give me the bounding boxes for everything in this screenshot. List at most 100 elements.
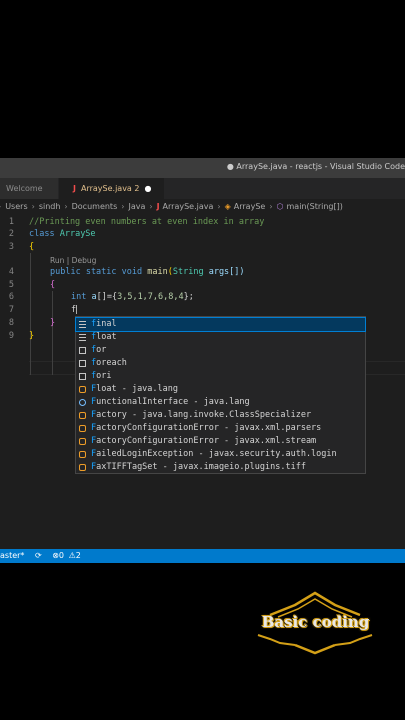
vscode-window: ● ArraySe.java - reactjs - Visual Studio… — [0, 158, 405, 563]
indent-guide — [52, 291, 53, 375]
suggestion-label: foreach — [91, 357, 127, 370]
suggestion-item[interactable]: FunctionalInterface - java.lang — [76, 396, 365, 409]
tab-arrayse-java[interactable]: J ArraySe.java 2 ● — [59, 178, 164, 199]
breadcrumb-chevron-icon: › — [64, 202, 68, 211]
suggestion-rest: inal — [96, 319, 117, 329]
class-icon — [79, 451, 86, 458]
error-count[interactable]: 0 — [59, 551, 64, 560]
suggestion-rest: axTIFFTagSet - javax.imageio.plugins.tif… — [96, 462, 306, 472]
suggestion-rest: or — [96, 345, 107, 355]
suggestion-label: float — [91, 331, 117, 344]
class-icon — [79, 438, 86, 445]
keyword: public static void — [50, 267, 143, 277]
breadcrumb-users[interactable]: Users — [5, 199, 27, 215]
suggestion-item[interactable]: FailedLoginException - javax.security.au… — [76, 448, 365, 461]
class-icon — [79, 386, 86, 393]
indent-guide — [30, 253, 31, 375]
suggestion-label: FailedLoginException - javax.security.au… — [91, 448, 337, 461]
array-close: }; — [183, 292, 194, 302]
suggestion-label: Float - java.lang — [91, 383, 178, 396]
code-line-4: public static void main(String args[]) — [50, 267, 245, 277]
line-number: 6 — [8, 292, 14, 302]
suggestion-item[interactable]: float — [76, 331, 365, 344]
breadcrumb: ›Users›sindh›Documents›Java›JArraySe.jav… — [0, 199, 405, 215]
suggestion-label: FactoryConfigurationError - javax.xml.st… — [91, 435, 316, 448]
class-name: ArraySe — [59, 229, 96, 239]
suggestion-label: FaxTIFFTagSet - javax.imageio.plugins.ti… — [91, 461, 306, 474]
type-name: String — [172, 267, 204, 277]
suggestion-widget[interactable]: final float for foreach fori Float - java.lan… — [75, 316, 366, 474]
array-values: 3,5,1,7,6,8,4 — [117, 292, 184, 302]
keyword-icon — [79, 321, 86, 328]
line-number: 1 — [8, 217, 14, 227]
suggestion-item[interactable]: FaxTIFFTagSet - javax.imageio.plugins.ti… — [76, 461, 365, 474]
suggestion-label: for — [91, 344, 106, 357]
line-number: 2 — [8, 229, 14, 239]
suggestion-item[interactable]: FactoryConfigurationError - javax.xml.st… — [76, 435, 365, 448]
suggestion-rest: loat — [96, 332, 117, 342]
code-line-1: //Printing even numbers at even index in… — [29, 217, 265, 227]
interface-icon — [79, 399, 86, 406]
suggestion-label: FunctionalInterface - java.lang — [91, 396, 250, 409]
suggestion-item[interactable]: for — [76, 344, 365, 357]
error-icon[interactable]: ⊗ — [52, 551, 59, 560]
watermark-text: Basic coding — [261, 613, 370, 631]
breadcrumb-chevron-icon: › — [0, 199, 1, 215]
breadcrumb-java[interactable]: Java — [128, 199, 145, 215]
suggestion-rest: actoryConfigurationError - javax.xml.str… — [96, 436, 317, 446]
suggestion-item[interactable]: Factory - java.lang.invoke.ClassSpeciali… — [76, 409, 365, 422]
tab-arrayse-label: ArraySe.java 2 — [80, 184, 140, 193]
line-number: 7 — [8, 305, 14, 315]
suggestion-label: final — [91, 318, 117, 331]
line-number: 4 — [8, 267, 14, 277]
breadcrumb-sindh[interactable]: sindh — [39, 199, 61, 215]
breadcrumb-method[interactable]: main(String[]) — [287, 199, 343, 215]
breadcrumb-chevron-icon: › — [31, 202, 35, 211]
keyword-icon — [79, 334, 86, 341]
line-number: 5 — [8, 280, 14, 290]
method-icon: ⬡ — [276, 202, 284, 211]
param-name: args[]) — [208, 267, 245, 277]
class-icon — [79, 425, 86, 432]
breadcrumb-chevron-icon: › — [121, 202, 125, 211]
suggestion-rest: oreach — [96, 358, 127, 368]
suggestion-label: FactoryConfigurationError - javax.xml.pa… — [91, 422, 321, 435]
suggestion-item[interactable]: foreach — [76, 357, 365, 370]
keyword: class — [29, 229, 55, 239]
git-branch[interactable]: aster* — [0, 551, 24, 560]
snippet-icon — [79, 360, 86, 367]
suggestion-item[interactable]: FactoryConfigurationError - javax.xml.pa… — [76, 422, 365, 435]
breadcrumb-documents[interactable]: Documents — [72, 199, 118, 215]
code-line-6: int a[]={3,5,1,7,6,8,4}; — [71, 292, 194, 302]
suggestion-rest: ailedLoginException - javax.security.aut… — [96, 449, 337, 459]
code-line-2: class ArraySe — [29, 229, 96, 239]
snippet-icon — [79, 347, 86, 354]
codelens-run-debug[interactable]: Run | Debug — [50, 256, 96, 265]
sync-icon[interactable]: ⟳ — [35, 551, 42, 560]
code-line-8: } — [50, 318, 56, 328]
unsaved-dot-icon[interactable]: ● — [144, 184, 151, 193]
suggestion-item[interactable]: Float - java.lang — [76, 383, 365, 396]
class-icon: ◈ — [224, 202, 231, 211]
suggestion-rest: unctionalInterface - java.lang — [96, 397, 250, 407]
text-cursor — [76, 305, 78, 314]
breadcrumb-chevron-icon: › — [149, 202, 153, 211]
line-number: 8 — [8, 318, 14, 328]
java-file-icon: J — [156, 202, 160, 211]
suggestion-rest: ori — [96, 371, 112, 381]
breadcrumb-class[interactable]: ArraySe — [234, 199, 266, 215]
suggestion-rest: loat - java.lang — [96, 384, 179, 394]
keyword: int — [71, 292, 87, 302]
suggestion-item[interactable]: final — [75, 317, 366, 332]
class-icon — [79, 464, 86, 471]
suggestion-item[interactable]: fori — [76, 370, 365, 383]
breadcrumb-file[interactable]: ArraySe.java — [163, 199, 214, 215]
code-line-7: f — [71, 305, 78, 315]
warning-icon[interactable]: ⚠ — [69, 551, 76, 560]
breadcrumb-chevron-icon: › — [269, 202, 273, 211]
window-title: ● ArraySe.java - reactjs - Visual Studio… — [226, 162, 405, 171]
tab-welcome[interactable]: Welcome — [0, 178, 58, 199]
code-line-5: { — [50, 280, 56, 290]
code-line-3: { — [29, 242, 35, 252]
warning-count[interactable]: 2 — [76, 551, 81, 560]
